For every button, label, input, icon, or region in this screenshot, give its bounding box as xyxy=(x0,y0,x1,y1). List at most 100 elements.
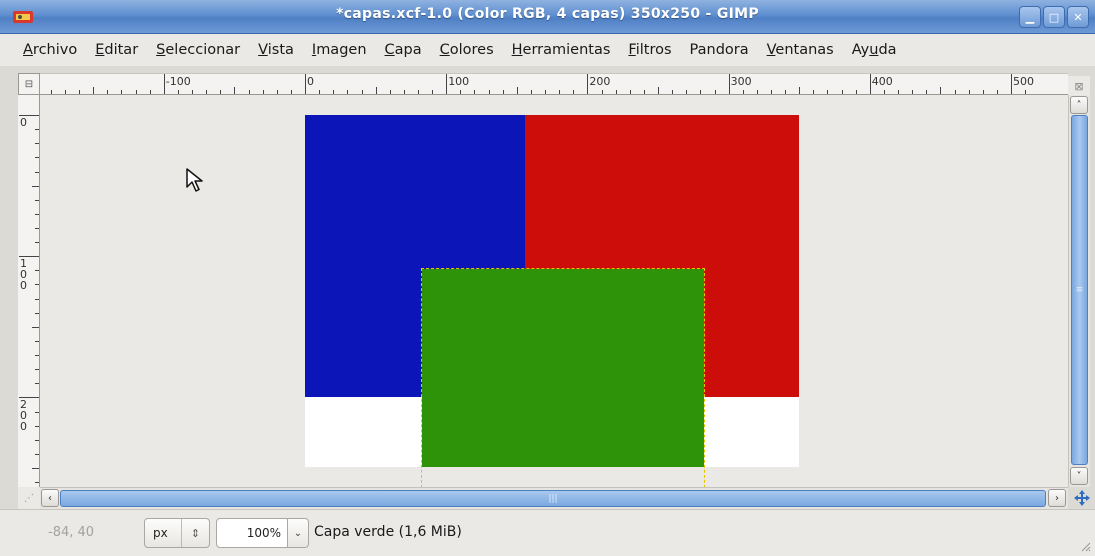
ruler-tick xyxy=(35,171,39,173)
ruler-tick xyxy=(35,411,39,413)
vertical-ruler[interactable]: 0 100 200 xyxy=(18,95,40,487)
ruler-tick xyxy=(35,242,39,244)
ruler-tick xyxy=(418,90,419,94)
menu-item-2[interactable]: Seleccionar xyxy=(147,42,249,58)
ruler-tick xyxy=(714,90,716,94)
ruler-tick xyxy=(771,90,772,94)
close-button[interactable]: ✕ xyxy=(1067,6,1089,28)
scroll-up-button[interactable]: ˄ xyxy=(1070,96,1088,114)
ruler-tick xyxy=(432,90,434,94)
ruler-tick xyxy=(869,74,871,94)
image-canvas[interactable] xyxy=(40,95,1068,487)
ruler-tick xyxy=(375,87,377,94)
ruler-tick xyxy=(403,90,405,94)
vertical-scrollbar[interactable]: ˄ ≡ ˅ xyxy=(1068,95,1090,487)
ruler-tick xyxy=(262,90,264,94)
resize-grip-icon[interactable] xyxy=(1079,540,1091,552)
ruler-tick xyxy=(32,185,39,187)
menu-item-7[interactable]: Herramientas xyxy=(503,42,620,58)
ruler-tick xyxy=(855,90,857,94)
ruler-tick xyxy=(35,383,39,385)
zoom-fit-icon[interactable]: ⊠ xyxy=(1068,76,1090,96)
menu-item-10[interactable]: Ventanas xyxy=(758,42,843,58)
ruler-corner-button[interactable]: ⊟ xyxy=(18,73,40,95)
ruler-tick xyxy=(615,90,617,94)
ruler-label: 200 xyxy=(589,75,611,88)
ruler-tick xyxy=(35,369,39,371)
minimize-button[interactable]: ▁ xyxy=(1019,6,1041,28)
ruler-tick xyxy=(32,468,39,469)
ruler-tick xyxy=(982,90,984,94)
zoom-dropdown-button[interactable]: ⌄ xyxy=(287,518,309,548)
ruler-tick xyxy=(474,90,476,94)
menu-item-6[interactable]: Colores xyxy=(431,42,503,58)
navigate-icon[interactable] xyxy=(1068,487,1095,509)
ruler-tick xyxy=(35,298,39,300)
ruler-tick xyxy=(248,90,250,94)
ruler-tick xyxy=(121,90,123,94)
ruler-tick xyxy=(35,439,39,441)
ruler-tick xyxy=(530,90,532,94)
ruler-label: 100 xyxy=(20,257,27,293)
menu-item-0[interactable]: Archivo xyxy=(14,42,86,58)
ruler-tick xyxy=(460,90,462,94)
ruler-tick xyxy=(545,90,546,94)
menu-item-8[interactable]: Filtros xyxy=(619,42,680,58)
horizontal-scrollbar[interactable]: ‹ ||| › xyxy=(40,487,1068,509)
ruler-tick xyxy=(290,90,292,94)
ruler-tick xyxy=(93,87,95,94)
ruler-tick xyxy=(333,90,335,94)
scroll-right-button[interactable]: › xyxy=(1048,489,1066,507)
ruler-tick xyxy=(883,90,885,94)
ruler-tick xyxy=(35,199,39,201)
menu-item-5[interactable]: Capa xyxy=(376,42,431,58)
active-layer-boundary xyxy=(421,268,705,487)
ruler-tick xyxy=(220,90,222,94)
ruler-tick xyxy=(686,90,688,94)
window-title: *capas.xcf-1.0 (Color RGB, 4 capas) 350x… xyxy=(336,6,759,22)
ruler-tick xyxy=(35,340,39,342)
ruler-tick xyxy=(488,90,490,94)
ruler-tick xyxy=(728,74,730,94)
ruler-label: 100 xyxy=(448,75,470,88)
ruler-tick xyxy=(700,90,702,94)
ruler-tick xyxy=(206,90,208,94)
ruler-tick xyxy=(926,90,928,94)
menu-item-9[interactable]: Pandora xyxy=(681,42,758,58)
pointer-coordinates: -84, 40 xyxy=(48,525,95,540)
ruler-tick xyxy=(672,90,674,94)
ruler-tick xyxy=(35,425,39,427)
ruler-label: -100 xyxy=(165,75,191,88)
menu-item-1[interactable]: Editar xyxy=(86,42,147,58)
ruler-tick xyxy=(898,90,899,94)
vertical-scroll-thumb[interactable]: ≡ xyxy=(1071,115,1088,465)
horizontal-scroll-thumb[interactable]: ||| xyxy=(60,490,1046,507)
unit-selector[interactable]: px ⇕ xyxy=(144,518,210,548)
ruler-tick xyxy=(841,90,843,94)
menu-item-3[interactable]: Vista xyxy=(249,42,303,58)
menu-item-11[interactable]: Ayuda xyxy=(843,42,906,58)
ruler-tick xyxy=(35,129,39,131)
ruler-tick xyxy=(389,90,391,94)
scroll-left-button[interactable]: ‹ xyxy=(41,489,59,507)
unit-spin-icon[interactable]: ⇕ xyxy=(181,519,209,547)
zoom-field[interactable]: 100% xyxy=(216,518,288,548)
ruler-tick xyxy=(827,90,829,94)
horizontal-ruler[interactable]: -100 0 100 200 300 400 500 xyxy=(40,73,1068,95)
ruler-tick xyxy=(629,90,631,94)
ruler-tick xyxy=(643,90,645,94)
ruler-label: 0 xyxy=(20,116,27,129)
ruler-tick xyxy=(601,90,603,94)
ruler-tick xyxy=(149,90,151,94)
ruler-tick xyxy=(347,90,349,94)
status-message: Capa verde (1,6 MiB) xyxy=(314,524,462,540)
maximize-button[interactable]: □ xyxy=(1043,6,1065,28)
quick-mask-icon[interactable]: ⋰ xyxy=(18,487,40,509)
ruler-tick xyxy=(954,90,956,94)
menu-item-4[interactable]: Imagen xyxy=(303,42,376,58)
zoom-value: 100% xyxy=(246,526,281,540)
ruler-tick xyxy=(559,90,561,94)
ruler-tick xyxy=(234,87,236,94)
scroll-down-button[interactable]: ˅ xyxy=(1070,467,1088,485)
ruler-tick xyxy=(361,90,363,94)
